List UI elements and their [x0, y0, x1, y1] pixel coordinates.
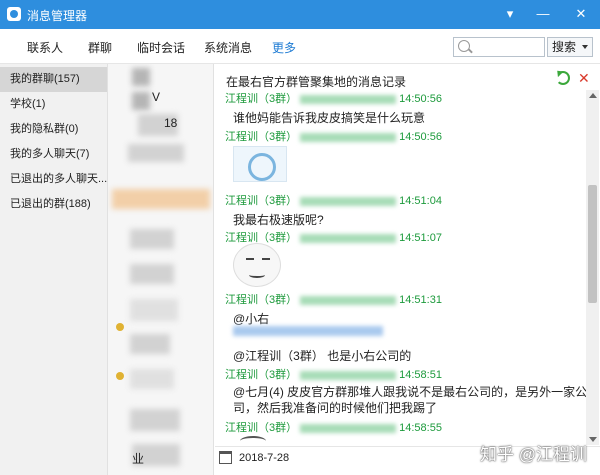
- sidebar-item-my-groups[interactable]: 我的群聊(157): [0, 67, 107, 92]
- sidebar-item-multi-chat[interactable]: 我的多人聊天(7): [0, 142, 107, 167]
- image-thumbnail[interactable]: [233, 146, 287, 182]
- refresh-icon[interactable]: [556, 71, 570, 85]
- scroll-thumb[interactable]: [588, 185, 597, 303]
- search-input[interactable]: [476, 38, 546, 56]
- search-button[interactable]: 搜索: [547, 37, 593, 57]
- message-text: @小右: [233, 312, 270, 326]
- list-item-partial-text: 18: [164, 116, 178, 130]
- list-item-blur: [130, 334, 170, 354]
- message-text: 我最右极速版呢?: [233, 213, 324, 227]
- minimize-icon[interactable]: —: [532, 4, 554, 24]
- sticker-face-icon[interactable]: [233, 243, 281, 287]
- list-item-blur: [130, 229, 174, 249]
- tab-system-messages[interactable]: 系统消息: [204, 39, 252, 56]
- message-sender: 江程训（3群） 14:51:31: [225, 294, 442, 306]
- list-item-blur: [112, 189, 210, 209]
- list-item-blur: [130, 409, 180, 431]
- message-history-header: 在最右官方群管聚集地的消息记录: [226, 75, 407, 89]
- redacted-text: [233, 326, 383, 336]
- message-sender: 江程训（3群） 14:50:56: [225, 131, 442, 143]
- tab-group-chat[interactable]: 群聊: [88, 39, 112, 56]
- sidebar-item-exited-groups[interactable]: 已退出的群(188): [0, 192, 107, 217]
- list-item-partial-text: 业: [132, 452, 145, 466]
- tab-contacts[interactable]: 联系人: [27, 39, 63, 56]
- message-text: 谁他妈能告诉我皮皮搞笑是什么玩意: [233, 111, 426, 125]
- message-sender: 江程训（3群） 14:58:55: [225, 422, 442, 434]
- group-avatar-icon: [116, 372, 124, 380]
- date-label[interactable]: 2018-7-28: [239, 452, 289, 464]
- list-item-partial-text: V: [152, 90, 161, 104]
- app-icon: [7, 7, 21, 21]
- message-text: @七月(4) 皮皮官方群那堆人跟我说不是最右公司的，是另外一家公司，然后我准备问…: [233, 385, 588, 415]
- scroll-down-icon[interactable]: [589, 437, 597, 442]
- search-icon: [458, 40, 470, 52]
- list-item-blur: [130, 299, 178, 321]
- sticker-partial-icon: [240, 436, 266, 446]
- close-panel-icon[interactable]: ✕: [578, 70, 590, 87]
- chevron-down-icon: [582, 45, 588, 49]
- group-list[interactable]: 18 V 业: [108, 64, 214, 475]
- search-button-label: 搜索: [552, 40, 577, 54]
- sidebar-item-exited-multi-chat[interactable]: 已退出的多人聊天...: [0, 167, 107, 192]
- message-sender: 江程训（3群） 14:50:56: [225, 93, 442, 105]
- message-sender: 江程训（3群） 14:58:51: [225, 369, 442, 381]
- message-scrollbar[interactable]: [586, 90, 599, 445]
- group-avatar-icon: [116, 323, 124, 331]
- tab-more[interactable]: 更多: [272, 39, 296, 56]
- list-item-blur: [130, 264, 174, 284]
- message-sender: 江程训（3群） 14:51:04: [225, 195, 442, 207]
- sidebar: 我的群聊(157) 学校(1) 我的隐私群(0) 我的多人聊天(7) 已退出的多…: [0, 64, 108, 475]
- list-item-blur: [128, 144, 184, 162]
- watermark: 知乎 @江程训: [480, 445, 587, 464]
- close-icon[interactable]: ✕: [570, 4, 592, 24]
- title-bar: 消息管理器 ▾ — ✕: [0, 0, 600, 29]
- sidebar-item-school[interactable]: 学校(1): [0, 92, 107, 117]
- calendar-icon[interactable]: [219, 451, 232, 464]
- tab-temp-chat[interactable]: 临时会话: [137, 39, 185, 56]
- scroll-up-icon[interactable]: [589, 93, 597, 98]
- list-item-blur: [130, 369, 174, 389]
- list-item-blur: [132, 92, 150, 110]
- dropdown-menu-icon[interactable]: ▾: [499, 4, 521, 24]
- sidebar-item-private-groups[interactable]: 我的隐私群(0): [0, 117, 107, 142]
- message-text: @江程训（3群） 也是小右公司的: [233, 349, 412, 363]
- window-title: 消息管理器: [27, 9, 88, 23]
- list-item-blur: [132, 68, 150, 86]
